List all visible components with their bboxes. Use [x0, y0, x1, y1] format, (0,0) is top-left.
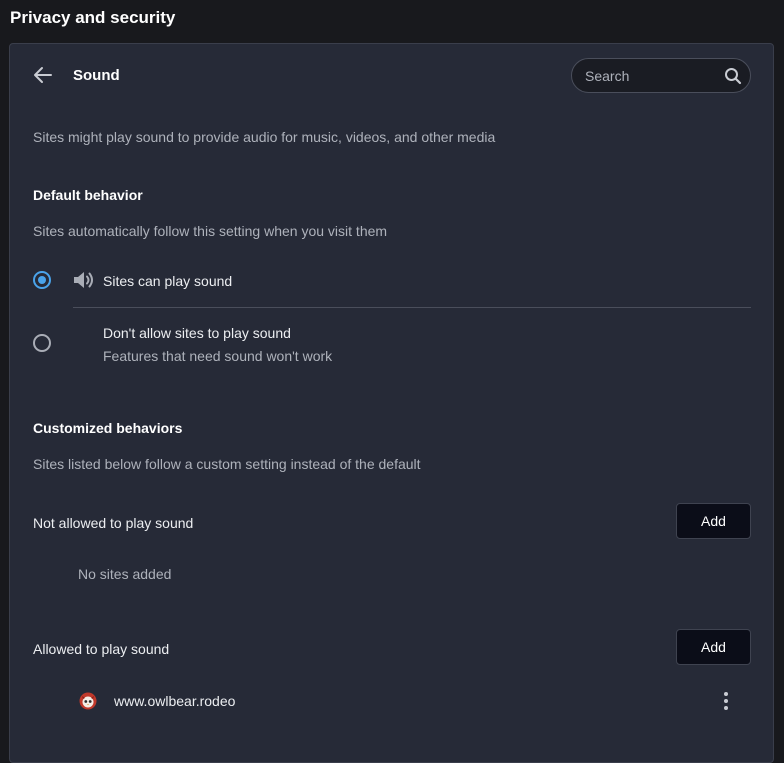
no-sites-text: No sites added: [78, 566, 172, 582]
sound-settings-card: Sound Sites might play sound to provide …: [9, 43, 774, 763]
more-actions-icon[interactable]: [718, 690, 734, 712]
radio-allow-sound[interactable]: [33, 271, 51, 289]
site-favicon-icon: [79, 692, 97, 710]
add-allowed-button[interactable]: Add: [676, 629, 751, 665]
option-allow-sound-label[interactable]: Sites can play sound: [103, 273, 232, 289]
option-block-sound-sublabel: Features that need sound won't work: [103, 348, 333, 364]
back-arrow-icon[interactable]: [32, 64, 54, 86]
search-icon[interactable]: [724, 67, 742, 85]
divider: [73, 307, 751, 308]
option-block-sound-label[interactable]: Don't allow sites to play sound: [103, 325, 291, 341]
default-behavior-heading: Default behavior: [33, 187, 143, 203]
site-url[interactable]: www.owlbear.rodeo: [114, 693, 235, 709]
search-input[interactable]: [585, 66, 715, 86]
not-allowed-label: Not allowed to play sound: [33, 515, 194, 531]
allowed-label: Allowed to play sound: [33, 641, 170, 657]
default-behavior-subtitle: Sites automatically follow this setting …: [33, 223, 388, 239]
customized-behaviors-subtitle: Sites listed below follow a custom setti…: [33, 456, 421, 472]
speaker-icon: [74, 272, 93, 288]
add-not-allowed-button[interactable]: Add: [676, 503, 751, 539]
page-description: Sites might play sound to provide audio …: [33, 129, 496, 145]
radio-block-sound[interactable]: [33, 334, 51, 352]
page-title: Sound: [73, 67, 120, 84]
customized-behaviors-heading: Customized behaviors: [33, 420, 183, 436]
section-title: Privacy and security: [10, 8, 176, 27]
search-box[interactable]: [571, 58, 751, 93]
